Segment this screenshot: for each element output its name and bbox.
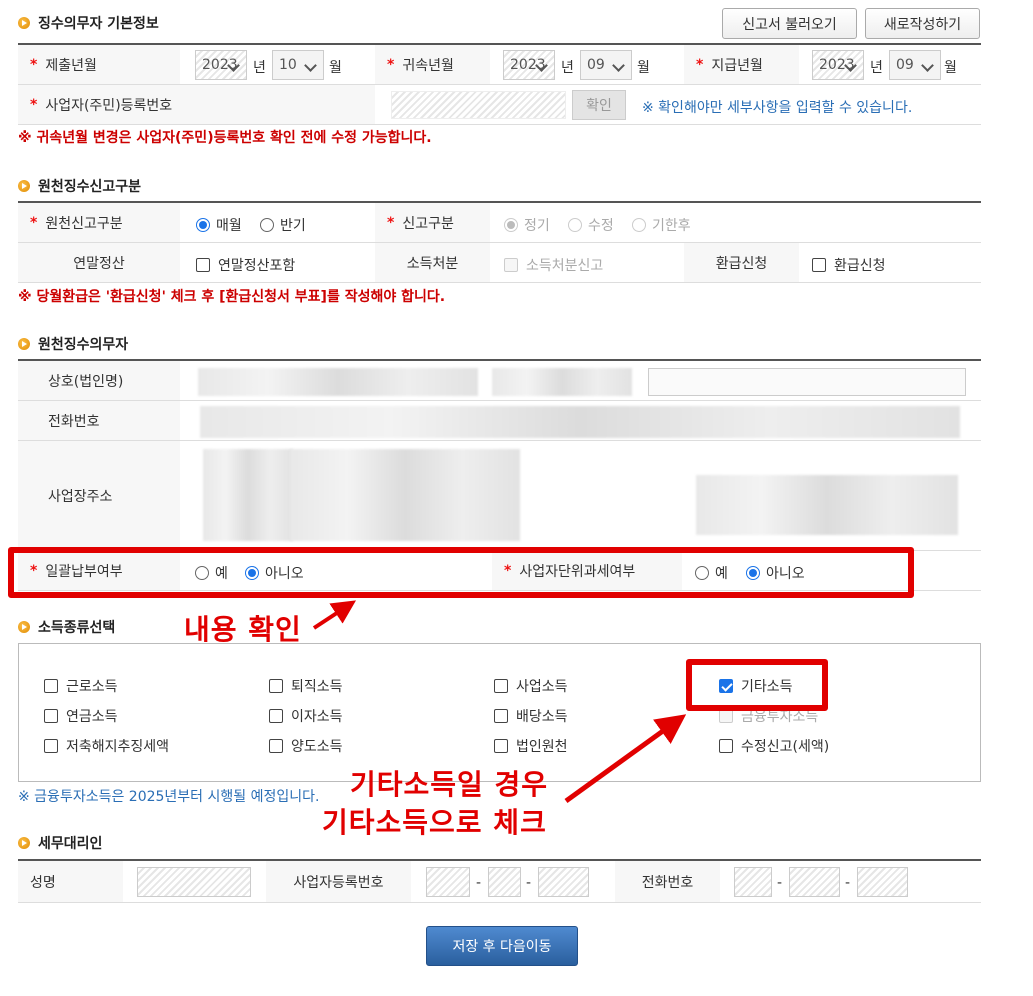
annotation-arrows [312,600,687,804]
arrow-to-other-income [564,714,687,804]
arrow-to-lump-row [312,600,357,630]
